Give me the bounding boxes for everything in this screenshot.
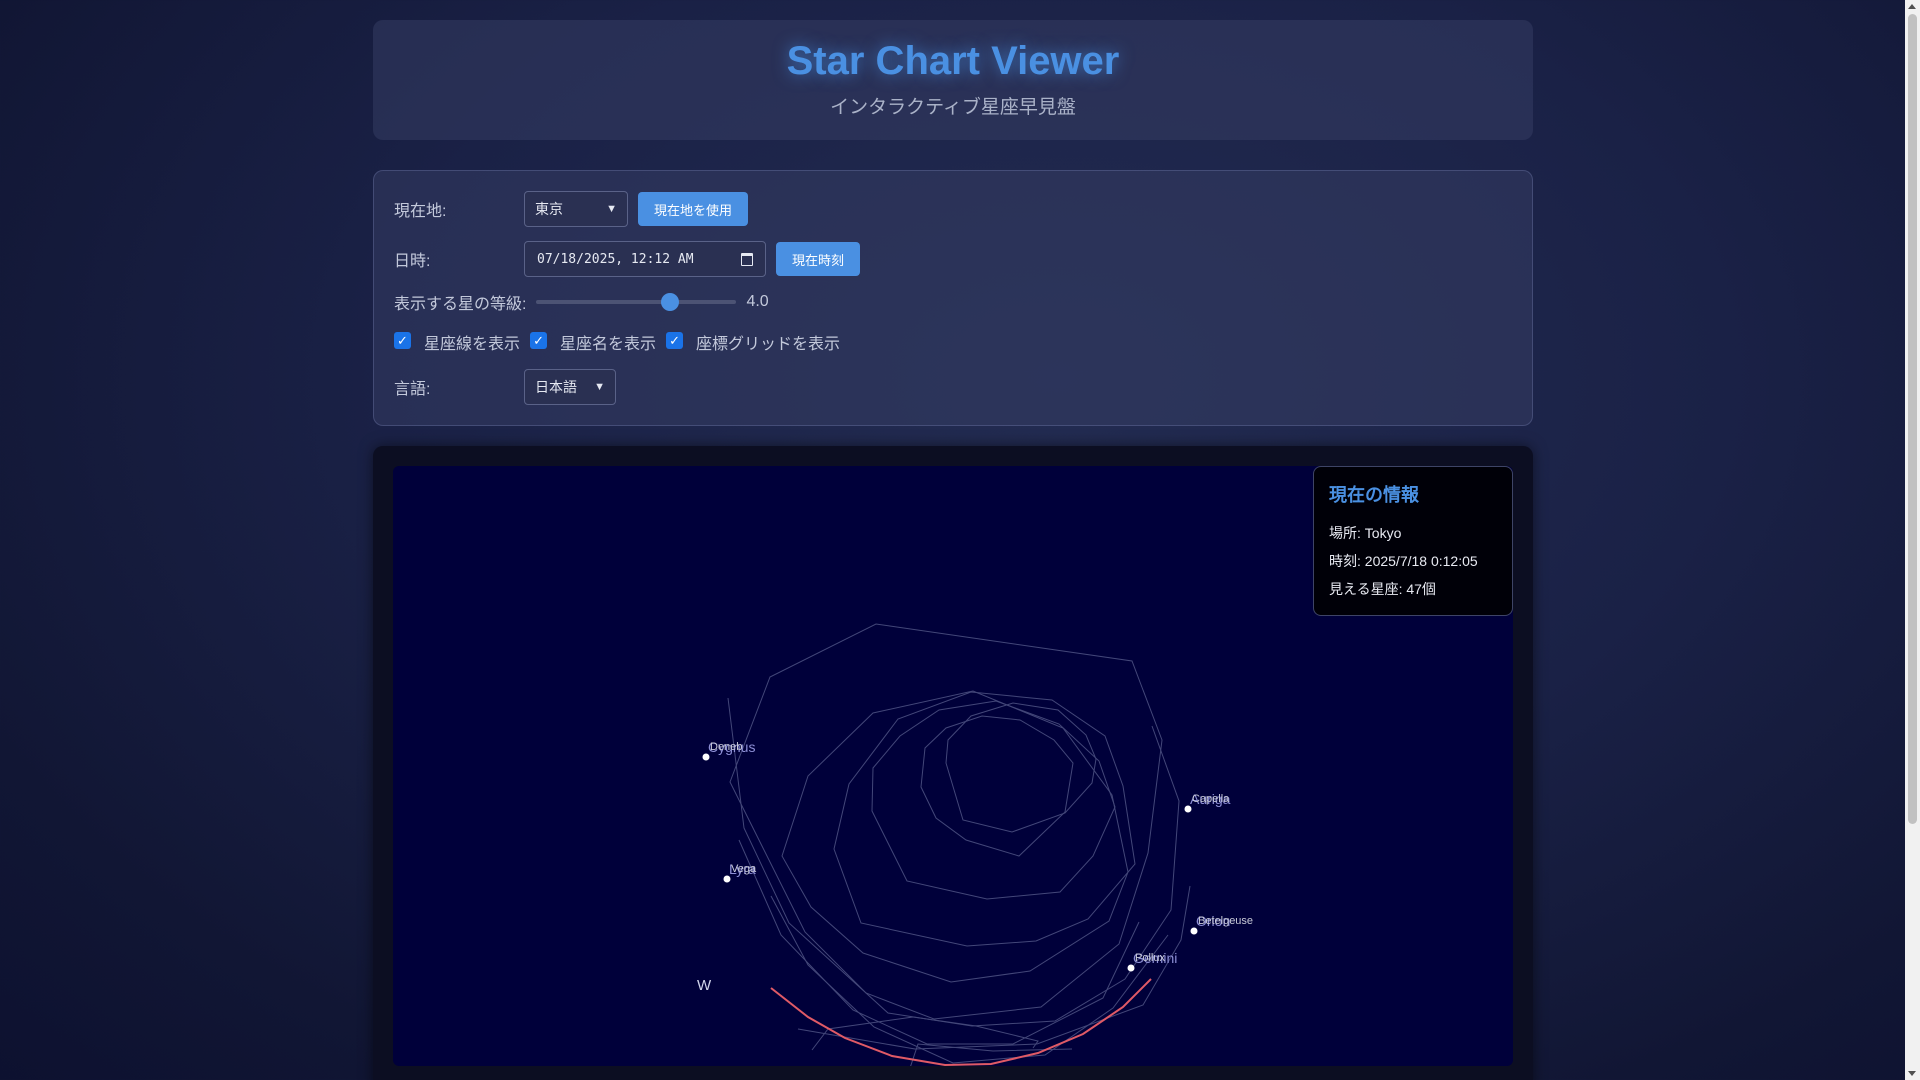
magnitude-slider[interactable] <box>536 293 737 311</box>
grid-ring <box>729 623 1163 1020</box>
language-row: 言語: 日本語 ▼ <box>394 369 616 405</box>
header: Star Chart Viewer インタラクティブ星座早見盤 <box>373 20 1533 140</box>
location-select[interactable]: 東京 ▼ <box>524 191 628 227</box>
checkbox-row: ✓ 星座線を表示 ✓ 星座名を表示 ✓ 座標グリッドを表示 <box>394 330 850 354</box>
controls-panel: 現在地: 東京 ▼ 現在地を使用 日時: 07/18/2025, 12:12 A… <box>373 170 1533 426</box>
datetime-value: 07/18/2025, 12:12 AM <box>537 251 694 267</box>
chevron-down-icon: ▼ <box>594 381 605 393</box>
show-grid-label: 座標グリッドを表示 <box>696 336 841 353</box>
grid-ring <box>920 715 1074 857</box>
show-grid-checkbox[interactable]: ✓ <box>666 331 684 349</box>
grid-ring <box>833 691 1136 947</box>
slider-track <box>536 300 737 304</box>
compass-label-w: W <box>697 977 712 994</box>
magnitude-value: 4.0 <box>746 293 769 310</box>
star-label: Deneb <box>710 741 742 753</box>
star-pollux[interactable]: Gemini Pollux <box>1127 950 1178 972</box>
show-lines-checkbox[interactable]: ✓ <box>394 331 411 349</box>
page: Star Chart Viewer インタラクティブ星座早見盤 現在地: 東京 … <box>373 20 1533 1080</box>
star-capella[interactable]: Auriga Capella <box>1184 791 1231 813</box>
datetime-input[interactable]: 07/18/2025, 12:12 AM <box>524 241 766 277</box>
info-location: 場所: Tokyo <box>1329 525 1402 541</box>
info-title: 現在の情報 <box>1329 485 1419 505</box>
coordinate-grid <box>727 623 1191 1066</box>
magnitude-row: 表示する星の等級: 4.0 <box>394 290 769 314</box>
info-visible-count: 見える星座: 47個 <box>1329 581 1436 597</box>
location-label: 現在地: <box>394 203 447 220</box>
chevron-down-icon: ▼ <box>606 203 617 215</box>
show-names-checkbox[interactable]: ✓ <box>530 331 548 349</box>
grid-ring <box>781 690 1129 983</box>
show-names-label: 星座名を表示 <box>560 336 657 353</box>
star-betelgeuse[interactable]: Orion Betelgeuse <box>1190 913 1254 935</box>
scroll-down-arrow-icon[interactable] <box>1908 1071 1916 1076</box>
use-location-button[interactable]: 現在地を使用 <box>638 192 749 226</box>
star-deneb[interactable]: Cygnus Deneb <box>702 739 756 761</box>
chart-container: W Cygnus Deneb Lyra Vega Auriga Capella <box>373 446 1533 1080</box>
datetime-label: 日時: <box>394 253 431 270</box>
magnitude-label: 表示する星の等級: <box>394 296 527 313</box>
location-select-value: 東京 <box>535 201 563 217</box>
star-label: Betelgeuse <box>1198 915 1253 927</box>
horizon-line <box>770 978 1152 1066</box>
grid-ring <box>945 702 1097 833</box>
scroll-up-arrow-icon[interactable] <box>1908 4 1916 9</box>
calendar-icon[interactable] <box>741 252 753 266</box>
page-scrollbar[interactable] <box>1905 0 1920 1080</box>
star-label: Capella <box>1192 793 1230 805</box>
grid-ring <box>727 697 1180 1027</box>
slider-thumb[interactable] <box>660 293 679 311</box>
page-subtitle: インタラクティブ星座早見盤 <box>830 97 1076 118</box>
scrollbar-thumb[interactable] <box>1908 14 1917 824</box>
language-select-value: 日本語 <box>535 379 577 395</box>
language-label: 言語: <box>394 381 431 398</box>
location-row: 現在地: 東京 ▼ 現在地を使用 <box>394 191 749 227</box>
star-label: Vega <box>731 863 757 875</box>
star-label: Pollux <box>1135 952 1165 964</box>
show-lines-label: 星座線を表示 <box>424 336 521 353</box>
info-time: 時刻: 2025/7/18 0:12:05 <box>1329 553 1478 569</box>
star-vega[interactable]: Lyra Vega <box>723 861 757 883</box>
now-button[interactable]: 現在時刻 <box>776 242 861 276</box>
page-title: Star Chart Viewer <box>786 39 1120 83</box>
info-panel: 現在の情報 場所: Tokyo 時刻: 2025/7/18 0:12:05 見え… <box>1313 466 1513 616</box>
language-select[interactable]: 日本語 ▼ <box>524 369 616 405</box>
grid-ring <box>871 700 1116 900</box>
datetime-row: 日時: 07/18/2025, 12:12 AM 現在時刻 <box>394 241 861 277</box>
